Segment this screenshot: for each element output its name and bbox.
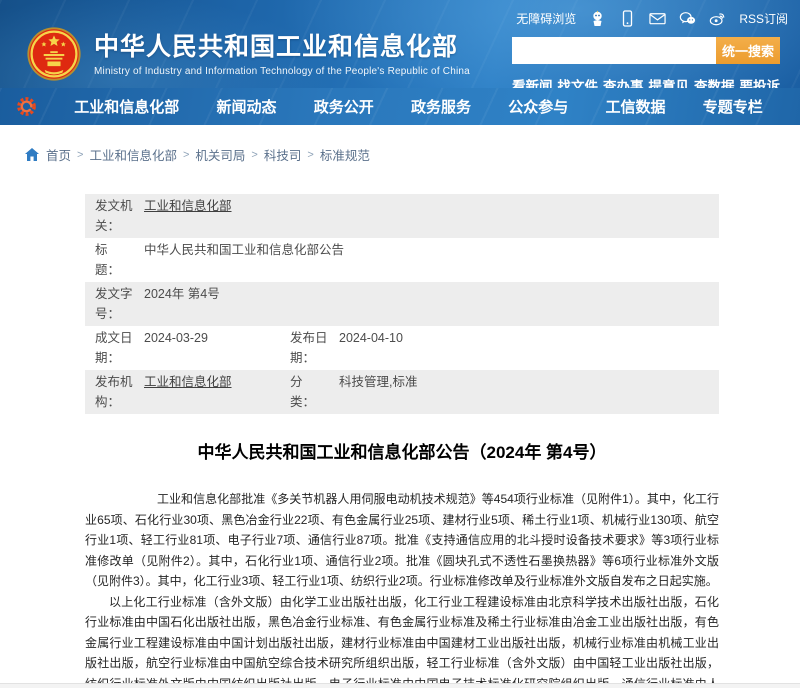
field-label-doc-number: 发文字号： bbox=[95, 284, 137, 324]
article-body: 工业和信息化部批准《多关节机器人用伺服电动机技术规范》等454项行业标准（见附件… bbox=[85, 489, 719, 688]
field-value-publish-date: 2024-04-10 bbox=[339, 328, 403, 348]
mail-icon[interactable] bbox=[649, 10, 666, 27]
breadcrumb-departments[interactable]: 机关司局 bbox=[195, 145, 245, 164]
breadcrumb-separator: > bbox=[251, 149, 257, 161]
article-title: 中华人民共和国工业和信息化部公告（2024年 第4号） bbox=[85, 438, 719, 463]
nav-item-participation[interactable]: 公众参与 bbox=[508, 96, 568, 117]
nav-item-news[interactable]: 新闻动态 bbox=[216, 96, 276, 117]
document-meta-table: 发文机关： 工业和信息化部 标 题： 中华人民共和国工业和信息化部公告 发文字号… bbox=[85, 194, 719, 414]
field-label-publish-date: 发布日期： bbox=[290, 328, 332, 368]
article-paragraph-2: 以上化工行业标准（含外文版）由化学工业出版社出版，化工行业工程建设标准由北京科学… bbox=[85, 592, 719, 688]
breadcrumb-separator: > bbox=[183, 149, 189, 161]
mascot-icon[interactable] bbox=[589, 10, 606, 27]
nav-items: 工业和信息化部 新闻动态 政务公开 政务服务 公众参与 工信数据 专题专栏 bbox=[37, 96, 800, 117]
field-label-written-date: 成文日期： bbox=[95, 328, 137, 368]
nav-item-miit[interactable]: 工业和信息化部 bbox=[74, 96, 179, 117]
article-paragraph-1: 工业和信息化部批准《多关节机器人用伺服电动机技术规范》等454项行业标准（见附件… bbox=[85, 489, 719, 592]
document-main: 发文机关： 工业和信息化部 标 题： 中华人民共和国工业和信息化部公告 发文字号… bbox=[85, 194, 719, 688]
wechat-icon[interactable] bbox=[679, 10, 696, 27]
field-value-written-date: 2024-03-29 bbox=[144, 328, 290, 348]
weibo-icon[interactable] bbox=[709, 10, 726, 27]
main-nav: 工业和信息化部 新闻动态 政务公开 政务服务 公众参与 工信数据 专题专栏 bbox=[0, 88, 800, 125]
table-row: 发文字号： 2024年 第4号 bbox=[85, 282, 719, 326]
breadcrumb-separator: > bbox=[307, 149, 313, 161]
footer-edge bbox=[0, 683, 800, 688]
breadcrumb-standards[interactable]: 标准规范 bbox=[320, 145, 370, 164]
home-icon bbox=[25, 148, 39, 161]
table-row: 发文机关： 工业和信息化部 bbox=[85, 194, 719, 238]
accessibility-link[interactable]: 无障碍浏览 bbox=[516, 10, 576, 27]
utility-bar: 无障碍浏览 bbox=[516, 10, 788, 27]
breadcrumb: 首页 > 工业和信息化部 > 机关司局 > 科技司 > 标准规范 bbox=[0, 125, 800, 164]
breadcrumb-science-tech-dept[interactable]: 科技司 bbox=[264, 145, 302, 164]
national-emblem-icon bbox=[26, 26, 82, 82]
site-subtitle: Ministry of Industry and Information Tec… bbox=[94, 66, 470, 77]
field-value-title: 中华人民共和国工业和信息化部公告 bbox=[144, 240, 344, 260]
header-banner: 无障碍浏览 bbox=[0, 0, 800, 88]
site-title: 中华人民共和国工业和信息化部 bbox=[94, 32, 470, 62]
breadcrumb-miit[interactable]: 工业和信息化部 bbox=[89, 145, 177, 164]
field-value-doc-number: 2024年 第4号 bbox=[144, 284, 220, 304]
table-row: 成文日期： 2024-03-29 发布日期： 2024-04-10 bbox=[85, 326, 719, 370]
table-row: 发布机构： 工业和信息化部 分 类： 科技管理,标准 bbox=[85, 370, 719, 414]
nav-item-topics[interactable]: 专题专栏 bbox=[703, 96, 763, 117]
table-row: 标 题： 中华人民共和国工业和信息化部公告 bbox=[85, 238, 719, 282]
nav-item-data[interactable]: 工信数据 bbox=[605, 96, 665, 117]
field-label-publisher: 发布机构： bbox=[95, 372, 137, 412]
field-value-publisher[interactable]: 工业和信息化部 bbox=[144, 372, 290, 392]
nav-item-gov-services[interactable]: 政务服务 bbox=[411, 96, 471, 117]
field-label-title: 标 题： bbox=[95, 240, 137, 280]
field-value-category: 科技管理,标准 bbox=[339, 372, 417, 392]
site-logo: 中华人民共和国工业和信息化部 Ministry of Industry and … bbox=[26, 26, 470, 82]
field-value-issuing-organ[interactable]: 工业和信息化部 bbox=[144, 196, 232, 216]
miit-gear-icon bbox=[16, 96, 37, 117]
search-area: 统一搜索 看新闻 找文件 查办事 提意见 查数据 要投诉 bbox=[512, 37, 780, 95]
nav-item-gov-openness[interactable]: 政务公开 bbox=[314, 96, 374, 117]
search-input[interactable] bbox=[512, 37, 716, 64]
breadcrumb-home[interactable]: 首页 bbox=[46, 145, 71, 164]
mobile-icon[interactable] bbox=[619, 10, 636, 27]
breadcrumb-separator: > bbox=[77, 149, 83, 161]
rss-link[interactable]: RSS订阅 bbox=[739, 10, 788, 27]
search-button[interactable]: 统一搜索 bbox=[716, 37, 780, 64]
field-label-issuing-organ: 发文机关： bbox=[95, 196, 137, 236]
field-label-category: 分 类： bbox=[290, 372, 332, 412]
page: 无障碍浏览 bbox=[0, 0, 800, 688]
